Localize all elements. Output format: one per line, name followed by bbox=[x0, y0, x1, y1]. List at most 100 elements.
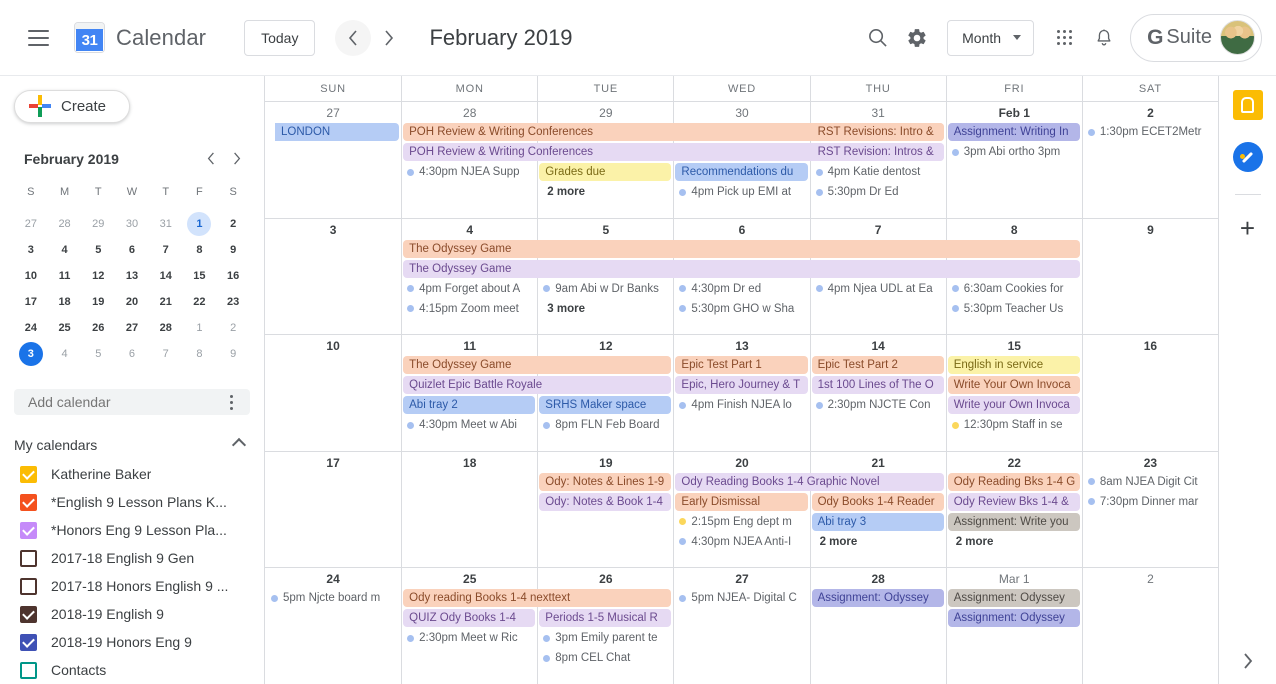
mini-day-4[interactable]: 4 bbox=[48, 237, 82, 263]
timed-event[interactable]: 8am NJEA Digit Cit bbox=[1086, 473, 1214, 491]
mini-day-12[interactable]: 12 bbox=[81, 263, 115, 289]
calendar-checkbox[interactable] bbox=[20, 633, 37, 651]
more-events-link[interactable]: 3 more bbox=[543, 300, 669, 318]
timed-event[interactable]: 2:15pm Eng dept m bbox=[677, 513, 805, 531]
today-button[interactable]: Today bbox=[244, 19, 316, 56]
calendar-checkbox[interactable] bbox=[20, 549, 37, 567]
day-number[interactable]: 4 bbox=[402, 219, 537, 240]
timed-event[interactable]: 1:30pm ECET2Metr bbox=[1086, 123, 1214, 141]
day-cell[interactable]: 17 bbox=[265, 452, 401, 568]
google-tasks-icon[interactable] bbox=[1232, 142, 1263, 172]
allday-event-chip[interactable]: Early Dismissal bbox=[675, 492, 808, 511]
mini-day-1[interactable]: 1 bbox=[183, 211, 217, 237]
calendar-list-item[interactable]: 2018-19 Honors Eng 9 bbox=[0, 628, 264, 656]
day-number[interactable]: Mar 1 bbox=[947, 568, 1082, 589]
day-number[interactable]: 13 bbox=[674, 335, 809, 356]
day-number[interactable]: 5 bbox=[538, 219, 673, 240]
notifications-button[interactable] bbox=[1084, 18, 1124, 58]
mini-day-6[interactable]: 6 bbox=[115, 341, 149, 367]
allday-event-chip[interactable]: Ody Reading Bks 1-4 G bbox=[947, 472, 1080, 491]
day-number[interactable]: 11 bbox=[402, 335, 537, 356]
mini-day-22[interactable]: 22 bbox=[183, 289, 217, 315]
timed-event[interactable]: 4:30pm NJEA Supp bbox=[405, 163, 533, 181]
mini-next-month-button[interactable] bbox=[224, 146, 250, 172]
day-cell[interactable]: 3 bbox=[265, 219, 401, 335]
timed-event[interactable]: 7:30pm Dinner mar bbox=[1086, 493, 1214, 511]
avatar[interactable] bbox=[1220, 20, 1255, 55]
timed-event[interactable]: 4pm Katie dentost bbox=[814, 163, 942, 181]
mini-day-2[interactable]: 2 bbox=[216, 315, 250, 341]
day-number[interactable]: 28 bbox=[811, 568, 946, 589]
allday-event-chip[interactable]: LONDON bbox=[275, 123, 400, 141]
allday-event-chip[interactable]: The Odyssey Game bbox=[403, 239, 1080, 258]
app-logo[interactable]: 31 Calendar bbox=[74, 22, 206, 53]
day-number[interactable]: 16 bbox=[1083, 335, 1218, 356]
mini-day-5[interactable]: 5 bbox=[81, 237, 115, 263]
timed-event[interactable]: 4:30pm NJEA Anti-I bbox=[677, 533, 805, 551]
calendar-list-item[interactable]: 2018-19 English 9 bbox=[0, 600, 264, 628]
timed-event[interactable]: 5pm Njcte board m bbox=[269, 589, 397, 607]
more-events-link[interactable]: 2 more bbox=[816, 533, 942, 551]
timed-event[interactable]: 2:30pm Meet w Ric bbox=[405, 629, 533, 647]
settings-button[interactable] bbox=[897, 18, 937, 58]
calendar-list-item[interactable]: *Honors Eng 9 Lesson Pla... bbox=[0, 516, 264, 544]
timed-event[interactable]: 4pm Njea UDL at Ea bbox=[814, 280, 942, 298]
allday-event-chip[interactable]: Recommendations du bbox=[675, 163, 808, 181]
day-number[interactable]: 28 bbox=[402, 102, 537, 123]
day-cell[interactable]: 9 bbox=[1081, 218, 1218, 335]
day-number[interactable]: 23 bbox=[1083, 452, 1218, 473]
mini-prev-month-button[interactable] bbox=[198, 146, 224, 172]
day-number[interactable]: 25 bbox=[402, 568, 537, 589]
day-number[interactable]: 20 bbox=[674, 452, 809, 473]
mini-day-27[interactable]: 27 bbox=[115, 315, 149, 341]
add-addon-icon[interactable]: + bbox=[1240, 215, 1255, 241]
timed-event[interactable]: 3pm Abi ortho 3pm bbox=[950, 143, 1078, 161]
mini-day-1[interactable]: 1 bbox=[183, 315, 217, 341]
day-cell[interactable]: 2 bbox=[1081, 568, 1218, 684]
mini-day-7[interactable]: 7 bbox=[149, 237, 183, 263]
mini-day-31[interactable]: 31 bbox=[149, 211, 183, 237]
allday-event-chip[interactable]: QUIZ Ody Books 1-4 bbox=[403, 609, 536, 628]
calendar-list-item[interactable]: 2017-18 English 9 Gen bbox=[0, 544, 264, 572]
timed-event[interactable]: 8pm FLN Feb Board bbox=[541, 416, 669, 434]
mini-day-9[interactable]: 9 bbox=[216, 341, 250, 367]
allday-event-chip[interactable]: Assignment: Odyssey bbox=[811, 589, 944, 608]
mini-day-30[interactable]: 30 bbox=[115, 211, 149, 237]
add-calendar-input[interactable] bbox=[28, 394, 218, 410]
mini-day-14[interactable]: 14 bbox=[149, 263, 183, 289]
day-number[interactable]: 14 bbox=[811, 335, 946, 356]
allday-event-chip[interactable]: The Odyssey Game bbox=[403, 356, 672, 375]
mini-day-5[interactable]: 5 bbox=[81, 341, 115, 367]
mini-day-7[interactable]: 7 bbox=[149, 341, 183, 367]
create-button[interactable]: Create bbox=[14, 90, 130, 123]
day-number[interactable]: 8 bbox=[947, 219, 1082, 240]
allday-event-chip[interactable]: Ody Reading Books 1-4 Graphic Novel bbox=[675, 472, 944, 491]
allday-event-chip[interactable]: Assignment: Writing In bbox=[947, 123, 1080, 141]
mini-day-29[interactable]: 29 bbox=[81, 211, 115, 237]
allday-event-chip[interactable]: Epic, Hero Journey & T bbox=[675, 376, 808, 395]
calendar-checkbox[interactable] bbox=[20, 661, 37, 679]
day-cell[interactable]: 27 bbox=[673, 568, 809, 684]
timed-event[interactable]: 5:30pm Teacher Us bbox=[950, 300, 1078, 318]
mini-day-19[interactable]: 19 bbox=[81, 289, 115, 315]
day-number[interactable]: 30 bbox=[674, 102, 809, 123]
mini-day-18[interactable]: 18 bbox=[48, 289, 82, 315]
day-number[interactable]: 3 bbox=[265, 219, 401, 240]
day-number[interactable]: 27 bbox=[265, 102, 401, 123]
day-number[interactable]: 9 bbox=[1083, 219, 1218, 240]
allday-event-chip[interactable]: Assignment: Odyssey bbox=[947, 589, 1080, 608]
timed-event[interactable]: 4pm Pick up EMI at bbox=[677, 183, 805, 201]
timed-event[interactable]: 4:30pm Dr ed bbox=[677, 280, 805, 298]
allday-event-chip[interactable]: Assignment: Write you bbox=[947, 512, 1080, 531]
day-cell[interactable]: 16 bbox=[1081, 335, 1218, 451]
mini-day-17[interactable]: 17 bbox=[14, 289, 48, 315]
day-number[interactable]: 2 bbox=[1083, 102, 1218, 123]
prev-period-button[interactable] bbox=[335, 19, 372, 56]
gsuite-account-button[interactable]: G Suite bbox=[1130, 13, 1262, 62]
kebab-menu-icon[interactable] bbox=[218, 389, 244, 415]
calendar-list-item[interactable]: 2017-18 Honors English 9 ... bbox=[0, 572, 264, 600]
more-events-link[interactable]: 2 more bbox=[543, 183, 669, 201]
mini-day-9[interactable]: 9 bbox=[216, 237, 250, 263]
view-mode-select[interactable]: Month bbox=[947, 19, 1035, 56]
hamburger-icon[interactable] bbox=[18, 18, 58, 58]
